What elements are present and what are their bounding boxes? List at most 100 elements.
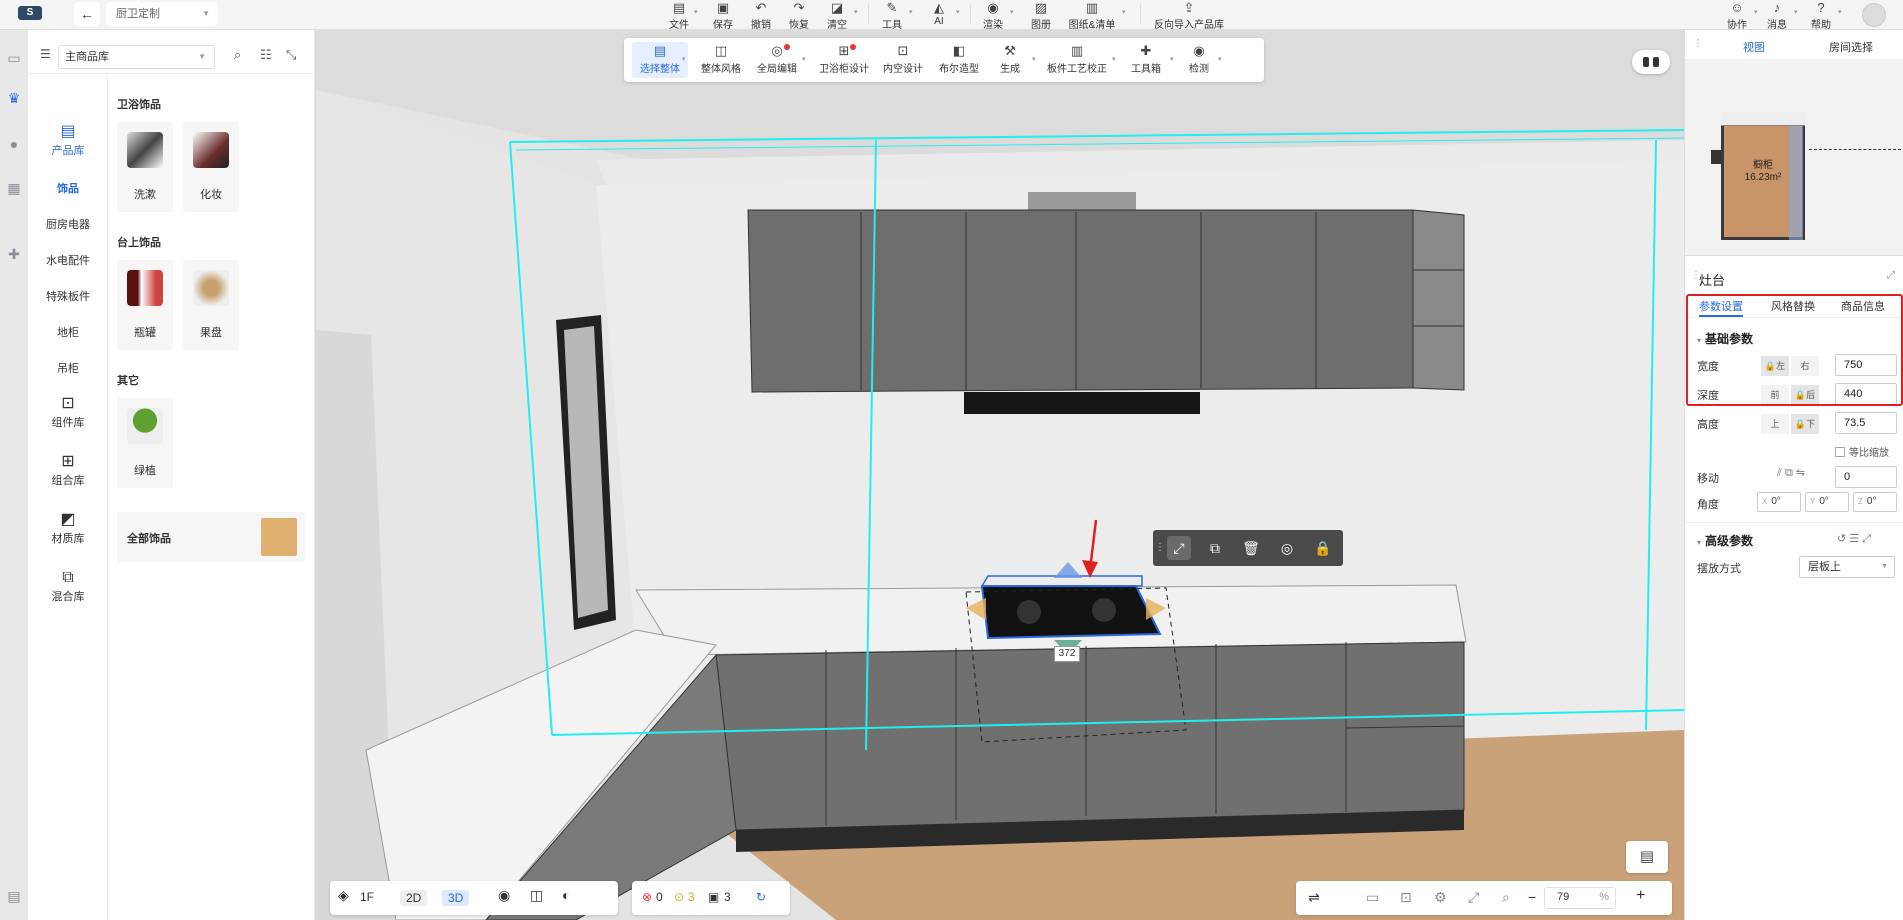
category-mixed-library[interactable]: ⧉ 混合库 bbox=[28, 568, 108, 604]
library-select[interactable]: 主商品库 ▼ bbox=[58, 45, 215, 69]
category-product-library[interactable]: ▤ 产品库 bbox=[28, 122, 108, 158]
menu-file[interactable]: ▤ 文件 ▾ bbox=[664, 0, 698, 31]
layers-icon[interactable]: ◈ bbox=[338, 887, 349, 904]
product-card[interactable]: 果盘 bbox=[183, 260, 239, 350]
tool-bath-cabinet[interactable]: ⊞ 卫浴柜设计 bbox=[816, 42, 872, 78]
menu-messages[interactable]: ♪ 消息 ▾ bbox=[1762, 0, 1798, 31]
project-select[interactable]: 厨卫定制 ▼ bbox=[106, 2, 218, 26]
vr-view-button[interactable] bbox=[1632, 50, 1670, 74]
menu-redo[interactable]: ↷ 恢复 bbox=[784, 0, 814, 31]
view-3d-button[interactable]: 3D bbox=[442, 890, 470, 906]
drag-handle-icon[interactable]: ⋮ bbox=[1155, 536, 1165, 560]
advanced-tool-icons[interactable]: ↺ ☰ ⤢ bbox=[1837, 532, 1871, 546]
dimension-label[interactable]: 372 bbox=[1054, 646, 1080, 662]
height-anchor-top[interactable]: 上 bbox=[1761, 414, 1789, 434]
render-mode-icon[interactable]: ◐ bbox=[562, 887, 570, 903]
drag-handle-icon[interactable]: ⋮ bbox=[1693, 38, 1703, 49]
collapse-icon[interactable]: ⤡ bbox=[286, 47, 296, 63]
subcategory-special-boards[interactable]: 特殊板件 bbox=[28, 288, 108, 304]
settings-toggle-icon[interactable]: ⇌ bbox=[1308, 889, 1320, 906]
advanced-params-header[interactable]: ▾ 高级参数 bbox=[1697, 532, 1753, 549]
menu-album[interactable]: ▨ 图册 bbox=[1026, 0, 1056, 31]
error-count[interactable]: 0 bbox=[656, 890, 663, 904]
angle-y-input[interactable]: Y 0° bbox=[1805, 492, 1849, 512]
tool-toolbox[interactable]: ✚ 工具箱 ▾ bbox=[1126, 42, 1174, 78]
subcategory-kitchen-appliances[interactable]: 厨房电器 bbox=[28, 216, 108, 232]
3d-viewport[interactable] bbox=[316, 30, 1684, 920]
resize-icon[interactable]: ⤢ bbox=[1167, 536, 1191, 560]
product-card[interactable]: 绿植 bbox=[117, 398, 173, 488]
back-button[interactable]: ← bbox=[74, 2, 100, 26]
menu-drawing[interactable]: ▥ 图纸&清单 ▾ bbox=[1066, 0, 1126, 31]
proportional-scale[interactable]: 等比缩放 bbox=[1835, 444, 1889, 459]
expand-icon[interactable]: ⤢ bbox=[1887, 270, 1895, 281]
filter-icon[interactable]: ☷ bbox=[260, 47, 272, 63]
placement-select[interactable]: 层板上 ▼ bbox=[1799, 556, 1895, 578]
search-icon[interactable]: ⌕ bbox=[234, 47, 241, 63]
move-mode-icons[interactable]: ⫽ ⧉ ⇋ bbox=[1777, 466, 1805, 480]
copy-icon[interactable]: ⧉ bbox=[1203, 536, 1227, 560]
subcategory-wall-cabinet[interactable]: 吊柜 bbox=[28, 360, 108, 376]
product-card[interactable]: 洗漱 bbox=[117, 122, 173, 212]
fit-icon[interactable]: ⊡ bbox=[1400, 889, 1412, 906]
product-card[interactable]: 瓶罐 bbox=[117, 260, 173, 350]
hide-icon[interactable]: ◎ bbox=[1275, 536, 1299, 560]
warning-count[interactable]: 3 bbox=[688, 890, 695, 904]
cabinet-icon[interactable]: ▦ bbox=[3, 178, 25, 198]
height-input[interactable]: 73.5 bbox=[1835, 412, 1897, 434]
delete-icon[interactable]: 🗑 bbox=[1239, 536, 1263, 560]
eye-icon[interactable]: ◉ bbox=[498, 887, 510, 904]
category-component-library[interactable]: ⊡ 组件库 bbox=[28, 394, 108, 430]
zoom-area-icon[interactable]: ⌕ bbox=[1502, 889, 1510, 906]
subcategory-plumbing[interactable]: 水电配件 bbox=[28, 252, 108, 268]
tool-detect[interactable]: ◉ 检测 ▾ bbox=[1184, 42, 1222, 78]
camera-marker[interactable] bbox=[1711, 150, 1721, 164]
bottom-panel-icon[interactable]: ▤ bbox=[3, 886, 25, 906]
product-card[interactable]: 化妆 bbox=[183, 122, 239, 212]
floor-select[interactable]: 1F bbox=[360, 890, 374, 904]
fullscreen-icon[interactable]: ⤢ bbox=[1468, 889, 1479, 906]
gear-icon[interactable]: ⚙ bbox=[1434, 889, 1447, 906]
view-2d-button[interactable]: 2D bbox=[400, 890, 428, 906]
floorplan-icon[interactable]: ▭ bbox=[3, 48, 25, 68]
tab-room-select[interactable]: 房间选择 bbox=[1829, 39, 1873, 55]
zoom-input[interactable]: 79 % bbox=[1544, 887, 1616, 909]
puzzle-icon[interactable]: ✚ bbox=[3, 244, 25, 264]
menu-collab[interactable]: ☺ 协作 ▾ bbox=[1722, 0, 1758, 31]
refresh-icon[interactable]: ↻ bbox=[756, 890, 766, 904]
clipboard-button[interactable]: ▤ bbox=[1626, 841, 1668, 873]
move-input[interactable]: 0 bbox=[1835, 466, 1897, 488]
angle-x-input[interactable]: X 0° bbox=[1757, 492, 1801, 512]
tab-view[interactable]: 视图 bbox=[1743, 39, 1765, 55]
height-anchor-bottom[interactable]: 🔒下 bbox=[1791, 414, 1819, 434]
tool-board-process[interactable]: ▥ 板件工艺校正 ▾ bbox=[1044, 42, 1116, 78]
category-material-library[interactable]: ◩ 材质库 bbox=[28, 510, 108, 546]
menu-ai[interactable]: ◭ AI ▾ bbox=[924, 0, 960, 30]
menu-reverse-import[interactable]: ⇪ 反向导入产品库 bbox=[1150, 0, 1228, 31]
menu-save[interactable]: ▣ 保存 bbox=[708, 0, 738, 31]
tool-select-whole[interactable]: ▤ 选择整体 ▾ bbox=[632, 42, 688, 78]
menu-help[interactable]: ? 帮助 ▾ bbox=[1806, 0, 1842, 31]
subcategory-accessories[interactable]: 饰品 bbox=[28, 180, 108, 196]
tool-inner-space[interactable]: ⊡ 内空设计 bbox=[880, 42, 926, 78]
angle-z-input[interactable]: Z 0° bbox=[1853, 492, 1897, 512]
subcategory-base-cabinet[interactable]: 地柜 bbox=[28, 324, 108, 340]
item-count[interactable]: 3 bbox=[724, 890, 731, 904]
list-icon[interactable]: ☰ bbox=[40, 47, 51, 61]
crown-icon[interactable]: ♛ bbox=[3, 88, 25, 108]
zoom-out-button[interactable]: − bbox=[1528, 889, 1536, 905]
checkbox[interactable] bbox=[1835, 447, 1845, 457]
tool-global-edit[interactable]: ◎ 全局编辑 ▾ bbox=[754, 42, 806, 78]
zoom-in-button[interactable]: + bbox=[1636, 887, 1645, 905]
image-icon[interactable]: ▭ bbox=[1366, 889, 1379, 906]
user-icon[interactable]: ● bbox=[3, 134, 25, 154]
drag-handle-icon[interactable]: ⋮ bbox=[1691, 270, 1701, 281]
lock-icon[interactable]: 🔒 bbox=[1311, 536, 1335, 560]
menu-render[interactable]: ◉ 渲染 ▾ bbox=[978, 0, 1014, 31]
avatar[interactable] bbox=[1862, 3, 1886, 27]
menu-tools[interactable]: ✎ 工具 ▾ bbox=[877, 0, 913, 31]
minimap[interactable]: 橱柜 16.23m² bbox=[1685, 60, 1903, 256]
menu-clear[interactable]: ◪ 清空 ▾ bbox=[822, 0, 858, 31]
tool-generate[interactable]: ⚒ 生成 ▾ bbox=[992, 42, 1036, 78]
cube-icon[interactable]: ◫ bbox=[530, 887, 543, 904]
